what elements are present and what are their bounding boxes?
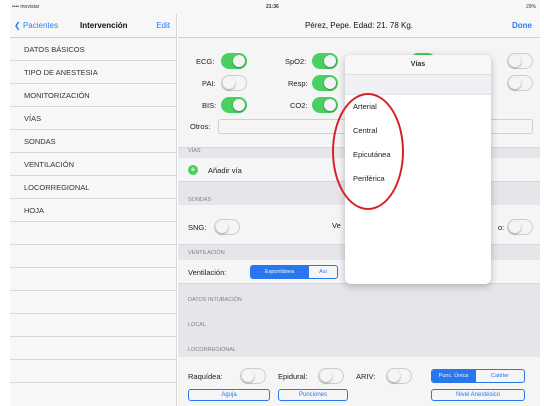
option-label: Central [353,126,378,135]
ecg-switch[interactable] [221,53,247,69]
empty-row [10,291,176,314]
option-epicutanea[interactable]: Epicutánea [345,143,491,167]
sidebar-item-label: LOCORREGIONAL [24,183,90,192]
spo2-label: SpO2: [285,57,307,66]
sng-switch[interactable] [214,219,240,235]
chevron-left-icon: ❮ [14,21,21,30]
co2-label: CO2: [290,101,308,110]
ecg-label: ECG: [196,57,215,66]
otros-label: Otros: [190,122,211,131]
ventilacion-section-header: VENTILACIÓN [188,250,225,256]
sidebar-item-locorregional[interactable]: LOCORREGIONAL [10,176,176,199]
epidural-label: Epidural: [278,372,308,381]
sidebar-item-ventilacion[interactable]: VENTILACIÓN [10,153,176,176]
resp-switch[interactable] [312,75,338,91]
segment-punc-unica[interactable]: Punc. Única [432,370,476,382]
sidebar-item-label: VÍAS [24,114,42,123]
spo2-switch[interactable] [312,53,338,69]
clock: 21:36 [266,4,279,10]
local-header: LOCAL [188,322,207,328]
hidden-switch[interactable] [507,75,533,91]
patient-title: Pérez, Pepe. Edad: 21. 78 Kg. [304,21,414,30]
third-switch[interactable] [507,219,533,235]
sondas-section-header: SONDAS [188,197,212,203]
sng-label: SNG: [188,223,207,232]
bis-label: BIS: [202,101,217,110]
done-button[interactable]: Done [512,21,532,30]
sidebar-item-label: HOJA [24,206,45,215]
co2-switch[interactable] [312,97,338,113]
puncion-segmented[interactable]: Punc. Única Catéter [431,369,525,383]
sidebar-item-label: TIPO DE ANESTESIA [24,68,98,77]
option-label: Periférica [353,174,385,183]
status-bar: •••• movistar 21:36 29% [10,0,540,14]
resp-label: Resp: [288,79,308,88]
add-via-label: Añadir vía [208,166,242,175]
ariv-label: ARIV: [356,372,376,381]
empty-row [10,337,176,360]
detail-nav-bar: Pérez, Pepe. Edad: 21. 78 Kg. Done [178,14,540,38]
epidural-switch[interactable] [318,368,344,384]
empty-row [10,268,176,291]
master-nav-bar: ❮ Pacientes Intervención Edit [10,14,176,38]
popover-spacer [345,75,491,95]
back-button[interactable]: ❮ Pacientes [14,21,58,30]
segment-asistida[interactable]: Asi [309,266,337,278]
sidebar-item-datos-basicos[interactable]: DATOS BÁSICOS [10,38,176,61]
option-label: Arterial [353,102,377,111]
edit-button[interactable]: Edit [156,21,170,30]
option-label: Epicutánea [353,150,391,159]
sidebar-item-monitorizacion[interactable]: MONITORIZACIÓN [10,84,176,107]
pai-switch[interactable] [221,75,247,91]
otros-field-value [219,122,222,129]
nivel-anestesico-button[interactable]: Nivel Anestésico [431,389,525,401]
sidebar-item-vias[interactable]: VÍAS [10,107,176,130]
datos-intubacion-header: DATOS INTUBACIÓN [188,297,242,303]
empty-row [10,314,176,337]
locorregional-header: LOCORREGIONAL [188,347,236,353]
ventilacion-segmented[interactable]: Espontánea Asi [250,265,338,279]
sidebar-item-label: VENTILACIÓN [24,160,75,169]
sidebar-item-sondas[interactable]: SONDAS [10,130,176,153]
vias-section-header: VÍAS [188,148,201,154]
aguja-button[interactable]: Aguja [188,389,270,401]
empty-row [10,245,176,268]
ventilacion-label: Ventilación: [188,268,227,277]
master-title: Intervención [80,21,128,30]
plus-icon: + [188,165,198,175]
master-pane: ❮ Pacientes Intervención Edit DATOS BÁSI… [10,14,177,406]
option-periferica[interactable]: Periférica [345,167,491,191]
third-label: o: [498,223,505,232]
empty-row [10,222,176,245]
vias-popover: Vías Arterial Central Epicutánea Perifér… [345,55,491,284]
segment-espontanea[interactable]: Espontánea [251,266,309,278]
popover-title: Vías [345,55,491,75]
bis-switch[interactable] [221,97,247,113]
raquidea-switch[interactable] [240,368,266,384]
sidebar-item-label: MONITORIZACIÓN [24,91,90,100]
hidden-switch[interactable] [507,53,533,69]
punciones-button[interactable]: Punciones [278,389,348,401]
empty-row [10,360,176,383]
ve-label: Ve [332,221,341,230]
segment-cateter[interactable]: Catéter [476,370,524,382]
sidebar-item-tipo-anestesia[interactable]: TIPO DE ANESTESIA [10,61,176,84]
option-arterial[interactable]: Arterial [345,95,491,119]
raquidea-label: Raquídea: [188,372,223,381]
pai-label: PAI: [202,79,216,88]
option-central[interactable]: Central [345,119,491,143]
back-button-label: Pacientes [22,21,59,30]
battery-label: 29% [525,4,536,10]
ariv-switch[interactable] [386,368,412,384]
sidebar-item-label: SONDAS [24,137,56,146]
sidebar-item-hoja[interactable]: HOJA [10,199,176,222]
locorregional-row: Raquídea: Epidural: ARIV: Punc. Única Ca… [178,357,540,406]
carrier-label: •••• movistar [12,4,40,10]
sidebar-item-label: DATOS BÁSICOS [24,45,85,54]
